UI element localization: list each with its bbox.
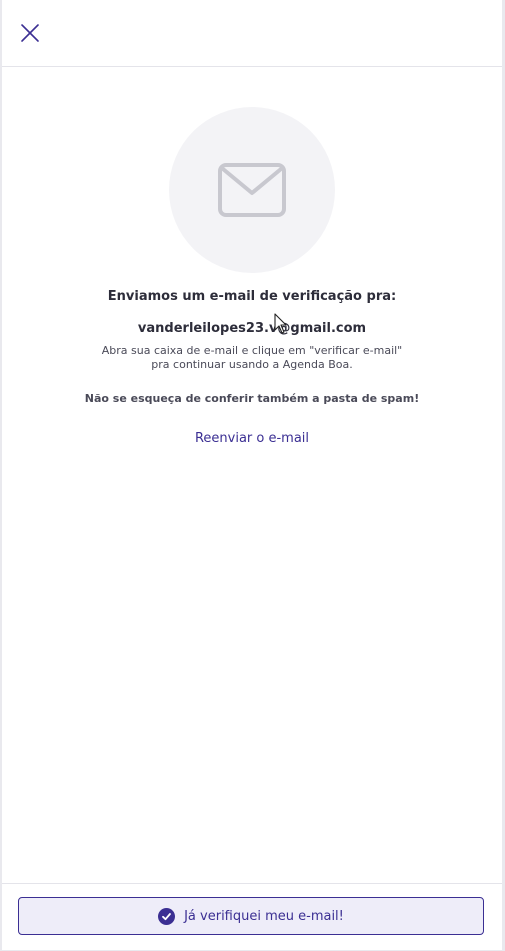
- spam-notice: Não se esqueça de conferir também a past…: [84, 392, 420, 405]
- instructions-text: Abra sua caixa de e-mail e clique em "ve…: [2, 344, 502, 372]
- already-verified-label: Já verifiquei meu e-mail!: [184, 908, 344, 924]
- close-button[interactable]: [16, 19, 44, 47]
- resend-email-link[interactable]: Reenviar o e-mail: [2, 431, 502, 446]
- mouse-cursor-icon: [274, 313, 287, 334]
- close-icon: [21, 24, 39, 42]
- envelope-icon: [218, 163, 286, 217]
- verification-modal: Enviamos um e-mail de verificação pra: v…: [2, 0, 502, 950]
- email-address: vanderleilopes23.v@gmail.com: [137, 321, 367, 336]
- modal-header: [2, 0, 502, 67]
- modal-footer: Já verifiquei meu e-mail!: [2, 883, 502, 951]
- instructions-line-2: pra continuar usando a Agenda Boa.: [151, 358, 353, 371]
- page-title: Enviamos um e-mail de verificação pra:: [107, 289, 397, 304]
- check-circle-icon: [158, 907, 176, 925]
- envelope-illustration: [169, 107, 335, 273]
- already-verified-button[interactable]: Já verifiquei meu e-mail!: [18, 897, 484, 935]
- instructions-line-1: Abra sua caixa de e-mail e clique em "ve…: [101, 344, 403, 357]
